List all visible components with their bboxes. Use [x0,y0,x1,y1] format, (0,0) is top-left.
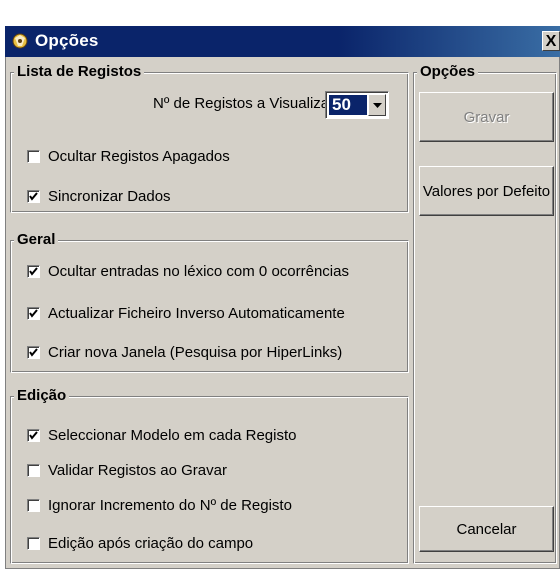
checkbox-label: Criar nova Janela (Pesquisa por HiperLin… [48,343,343,361]
checkbox-checked-icon[interactable] [27,306,40,320]
edicao-legend: Edição [14,387,70,404]
checkbox-validar-registos[interactable]: Validar Registos ao Gravar [27,460,227,480]
title-bar[interactable]: Opções X [5,26,560,57]
checkbox-sincronizar-dados[interactable]: Sincronizar Dados [27,186,171,206]
checkbox-ocultar-lexico[interactable]: Ocultar entradas no léxico com 0 ocorrên… [27,261,349,281]
checkbox-criar-janela[interactable]: Criar nova Janela (Pesquisa por HiperLin… [27,342,342,362]
checkbox-label: Ocultar entradas no léxico com 0 ocorrên… [48,262,349,280]
checkbox-label: Ocultar Registos Apagados [48,147,230,165]
geral-legend: Geral [14,231,59,248]
opcoes-frame [413,72,557,564]
gravar-button[interactable]: Gravar [419,92,554,142]
checkbox-ocultar-apagados[interactable]: Ocultar Registos Apagados [27,146,230,166]
chevron-down-icon [372,102,382,108]
checkbox-label: Sincronizar Dados [48,187,171,205]
checkbox-label: Edição após criação do campo [48,534,254,552]
checkbox-label: Ignorar Incremento do Nº de Registo [48,496,292,514]
regs-count-label: Nº de Registos a Visualizar [153,95,335,112]
checkbox-checked-icon[interactable] [27,264,40,278]
checkbox-checked-icon[interactable] [27,189,40,203]
regs-count-value: 50 [329,95,367,115]
checkbox-unchecked-icon[interactable] [27,536,40,550]
window-title: Opções [35,31,99,50]
checkbox-edicao-apos-criacao[interactable]: Edição após criação do campo [27,533,253,553]
checkbox-seleccionar-modelo[interactable]: Seleccionar Modelo em cada Registo [27,425,296,445]
checkbox-checked-icon[interactable] [27,345,40,359]
checkbox-actualizar-inverso[interactable]: Actualizar Ficheiro Inverso Automaticame… [27,303,345,323]
checkbox-unchecked-icon[interactable] [27,498,40,512]
dropdown-button[interactable] [368,94,386,116]
regs-count-select[interactable]: 50 [325,91,389,119]
checkbox-label: Validar Registos ao Gravar [48,461,227,479]
checkbox-ignorar-incremento[interactable]: Ignorar Incremento do Nº de Registo [27,495,292,515]
close-button[interactable]: X [542,31,560,51]
lista-registos-legend: Lista de Registos [14,63,145,80]
checkbox-unchecked-icon[interactable] [27,149,40,163]
checkbox-unchecked-icon[interactable] [27,463,40,477]
checkbox-checked-icon[interactable] [27,428,40,442]
cancelar-button[interactable]: Cancelar [419,506,554,552]
checkbox-label: Seleccionar Modelo em cada Registo [48,426,297,444]
checkbox-label: Actualizar Ficheiro Inverso Automaticame… [48,304,345,322]
app-icon [11,32,29,50]
opcoes-legend: Opções [417,63,479,80]
valores-defeito-button[interactable]: Valores por Defeito [419,166,554,216]
